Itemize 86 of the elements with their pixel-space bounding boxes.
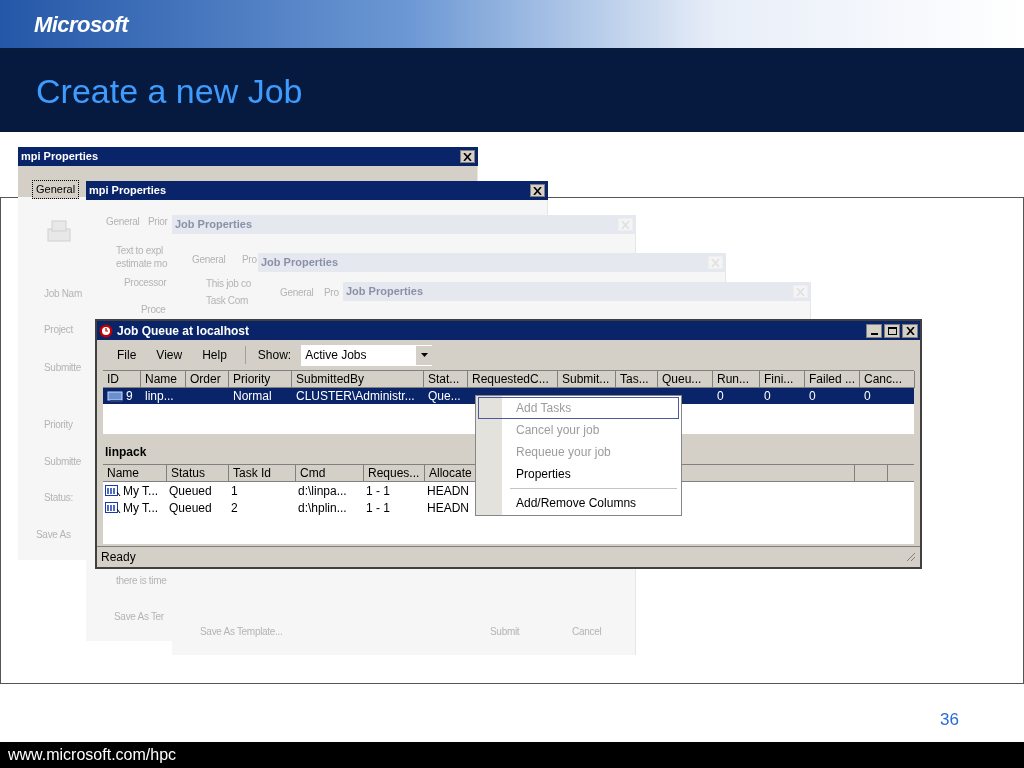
field-label: Pro: [242, 253, 257, 267]
table-cell-text: 2: [231, 499, 238, 517]
column-header[interactable]: Status: [167, 465, 229, 482]
field-label: Task Com: [206, 294, 249, 308]
show-label: Show:: [256, 347, 293, 364]
caret-icon: [420, 353, 428, 357]
field-label: estimate mo: [116, 257, 168, 271]
clock-icon: [99, 323, 113, 338]
close-icon: [533, 186, 542, 195]
table-cell-text: 0: [717, 388, 724, 405]
field-label: Proce: [141, 303, 166, 317]
footer-link[interactable]: www.microsoft.com/hpc: [8, 743, 177, 767]
window-title: Job Properties: [346, 284, 424, 300]
table-cell-text: Queued: [169, 482, 212, 500]
status-text: Ready: [101, 549, 136, 566]
table-cell-text: Normal: [233, 388, 272, 405]
field-label: This job co: [206, 277, 252, 291]
window-title: Job Properties: [175, 217, 253, 233]
maximize-button[interactable]: [884, 323, 900, 338]
table-cell-text: d:\hplin...: [298, 499, 347, 517]
table-cell-text: 1: [231, 482, 238, 500]
menu-item[interactable]: Add/Remove Columns: [478, 492, 679, 514]
close-button[interactable]: [530, 184, 545, 197]
slide-number: 36: [940, 709, 959, 731]
minimize-button[interactable]: [866, 323, 882, 338]
field-label: Save As Template...: [200, 625, 283, 639]
menu-item[interactable]: File: [113, 346, 141, 364]
field-label: Submit: [490, 625, 520, 639]
field-label: Prior: [148, 215, 168, 229]
field-label: Status:: [44, 491, 74, 505]
field-label: Pro: [324, 286, 339, 300]
field-label: Processor: [124, 276, 167, 290]
close-button[interactable]: [460, 150, 475, 163]
field-label: Priority: [44, 418, 73, 432]
show-dropdown[interactable]: Active Jobs: [301, 344, 433, 366]
table-cell-text: HEADN: [427, 482, 469, 500]
logo: Microsoft: [34, 10, 129, 39]
column-header[interactable]: Task Id: [229, 465, 296, 482]
slide-title: Create a new Job: [36, 74, 304, 108]
table-cell-text: 0: [764, 388, 771, 405]
table-cell-text: Queued: [169, 499, 212, 517]
table-cell-text: Que...: [428, 388, 461, 405]
window-title: mpi Properties: [89, 183, 167, 199]
column-header[interactable]: [855, 465, 888, 482]
window-title: Job Properties: [261, 255, 339, 271]
close-button[interactable]: [902, 323, 918, 338]
table-cell-text: linp...: [145, 388, 174, 405]
table-cell-text: 0: [809, 388, 816, 405]
window-title: mpi Properties: [21, 149, 99, 165]
job-name: linpack: [105, 444, 147, 461]
maximize-icon: [887, 326, 897, 335]
resize-grip-icon: [906, 552, 916, 562]
field-label: Save As Ter: [114, 610, 164, 624]
table-cell-text: My T...: [123, 482, 159, 500]
column-header[interactable]: Cmd: [296, 465, 364, 482]
table-cell-text: CLUSTER\Administr...: [296, 388, 415, 405]
column-header[interactable]: Reques...: [364, 465, 425, 482]
field-label: General: [280, 286, 314, 300]
tab[interactable]: General: [32, 180, 80, 199]
field-label: General: [106, 215, 140, 229]
table-cell-text: 0: [864, 388, 871, 405]
field-label: General: [192, 253, 226, 267]
field-label: Project: [44, 323, 74, 337]
menu-item[interactable]: Properties: [478, 463, 679, 485]
table-cell-text: 1 - 1: [366, 499, 390, 517]
field-label: there is time: [116, 574, 167, 588]
window-title: Job Queue at localhost: [117, 322, 250, 340]
table-cell-text: My T...: [123, 499, 159, 517]
field-label: Submitte: [44, 361, 82, 375]
printer-icon: [46, 219, 74, 243]
server-icon: [107, 389, 125, 403]
table-cell-text: d:\linpa...: [298, 482, 347, 500]
field-label: Cancel: [572, 625, 602, 639]
menu-item[interactable]: Help: [198, 346, 231, 364]
column-header[interactable]: Name: [103, 465, 167, 482]
close-icon: [905, 326, 915, 335]
table-cell-text: 1 - 1: [366, 482, 390, 500]
menu-item[interactable]: View: [152, 346, 187, 364]
field-label: Save As: [36, 528, 71, 542]
minimize-icon: [870, 332, 878, 335]
field-label: Job Nam: [44, 287, 82, 301]
field-label: Submitte: [44, 455, 82, 469]
field-label: Text to expl: [116, 244, 163, 258]
close-icon: [463, 152, 472, 161]
table-cell-text: HEADN: [427, 499, 469, 517]
table-cell-text: 9: [126, 388, 133, 405]
